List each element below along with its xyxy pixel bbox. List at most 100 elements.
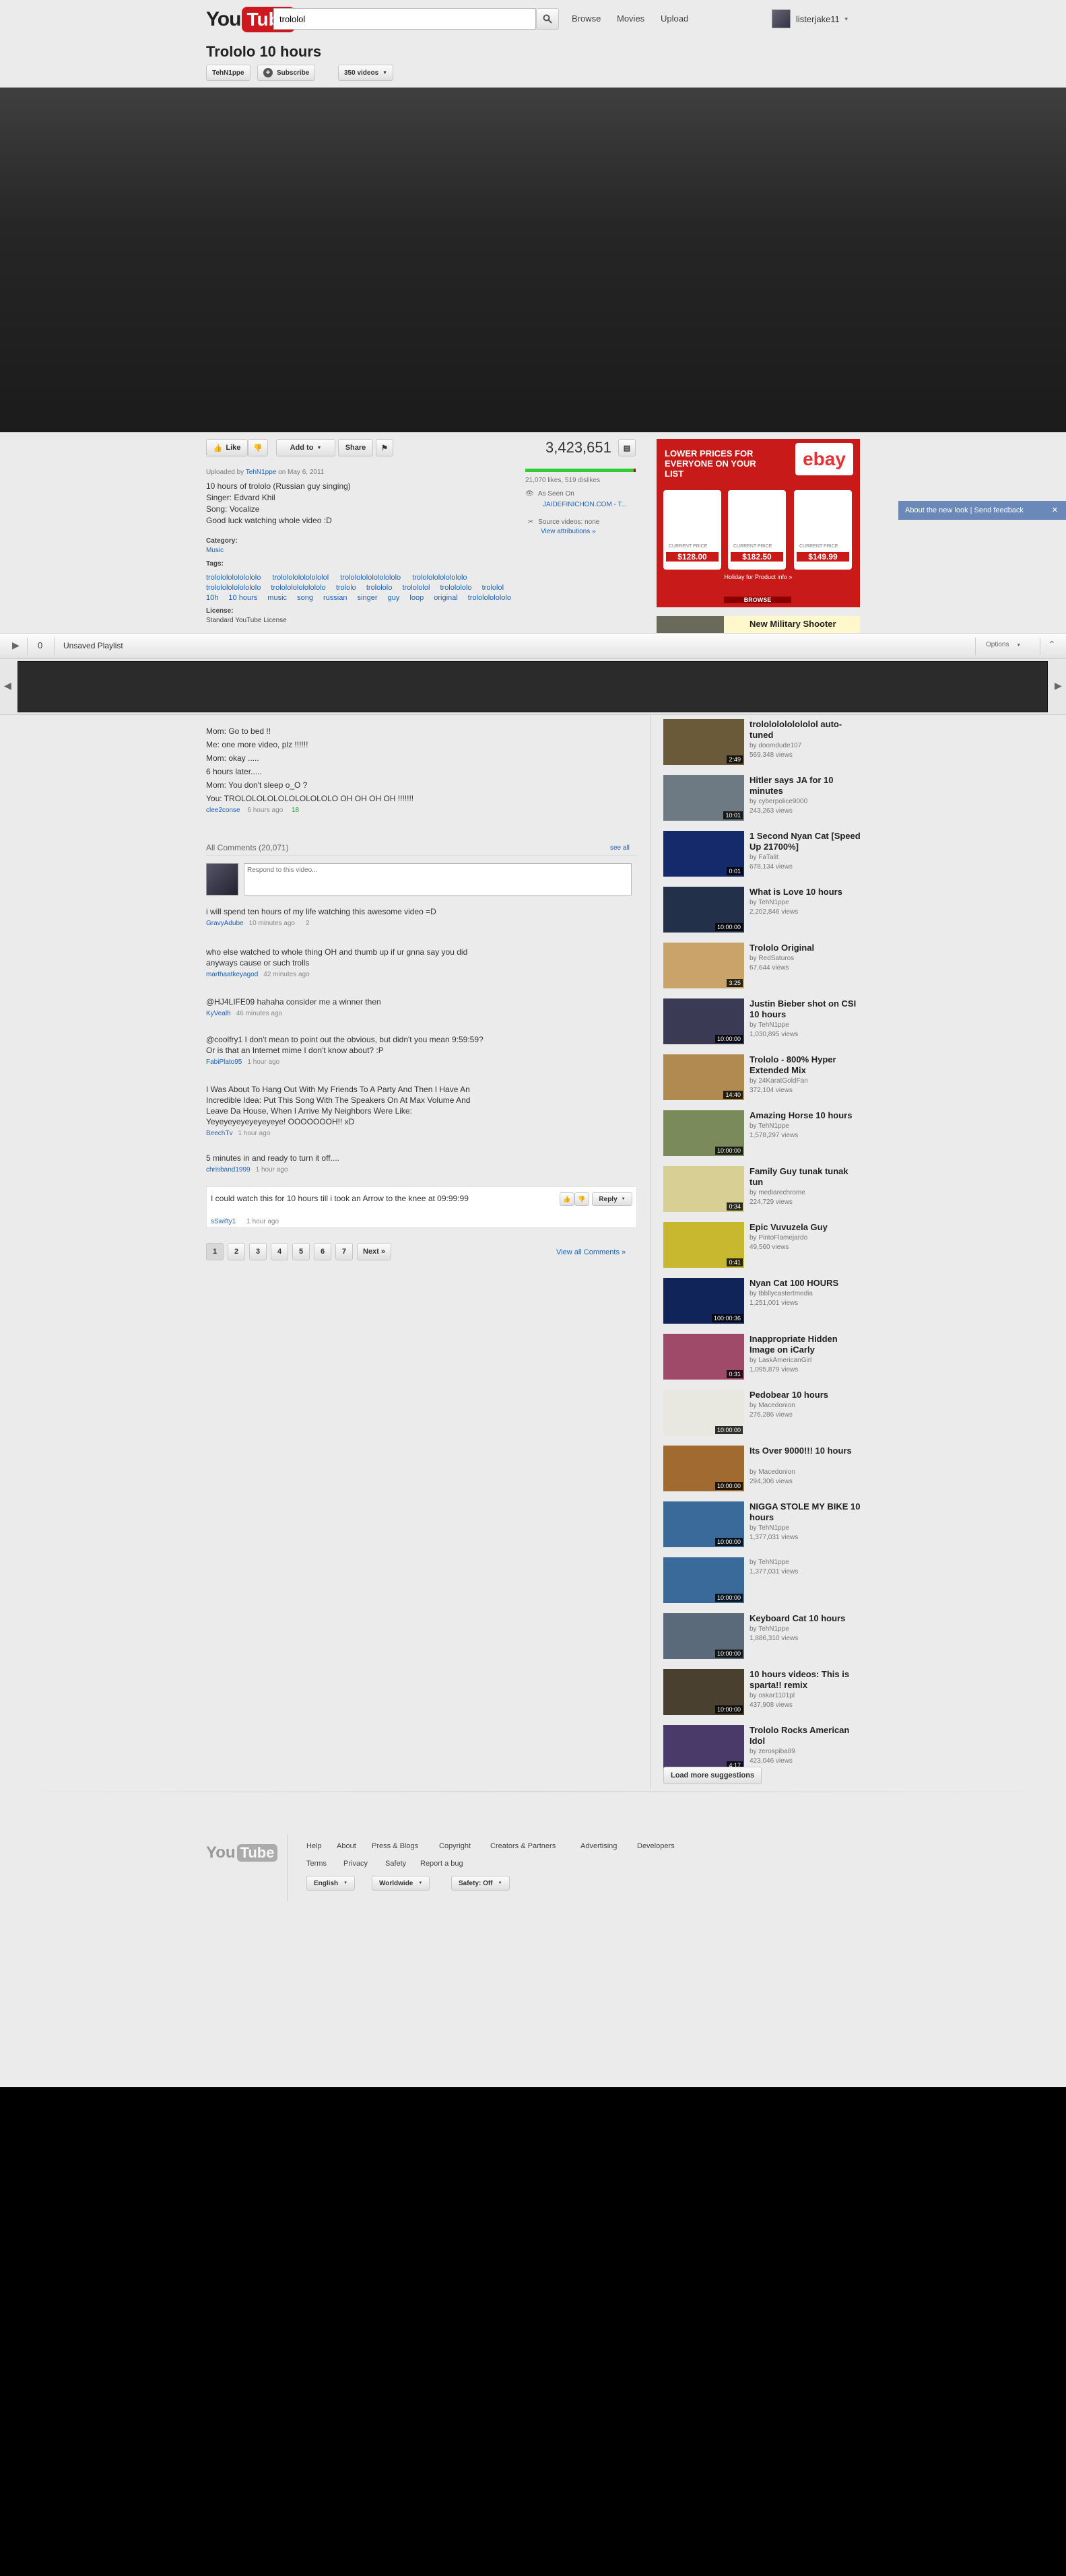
suggestion-item[interactable]: 0:41 Epic Vuvuzela Guy by PintoFlamejardo 4… xyxy=(663,1222,865,1272)
ad-banner[interactable]: LOWER PRICES FOR EVERYONE ON YOUR LIST e… xyxy=(657,439,860,607)
tag-link[interactable]: trololol xyxy=(482,584,504,592)
tag-link[interactable]: trolololololololololo xyxy=(340,574,401,582)
flag-button[interactable]: ⚑ xyxy=(376,439,393,456)
page-button[interactable]: 1 xyxy=(206,1243,224,1260)
load-more-button[interactable]: Load more suggestions xyxy=(663,1767,762,1784)
suggestion-item[interactable]: 10:00:00 by TehN1ppe 1,377,031 views xyxy=(663,1557,865,1607)
page-button[interactable]: 2 xyxy=(228,1243,245,1260)
footer-link-press[interactable]: Press & Blogs xyxy=(372,1842,418,1850)
page-button[interactable]: 7 xyxy=(335,1243,353,1260)
suggestion-channel[interactable]: by mediarechrome xyxy=(749,1189,864,1196)
tag-link[interactable]: 10 hours xyxy=(228,594,257,602)
suggestion-item[interactable]: 10:00:00 What is Love 10 hours by TehN1ppe… xyxy=(663,887,865,937)
suggestion-thumbnail[interactable]: 0:01 xyxy=(663,831,744,877)
suggestion-channel[interactable]: by Macedonion xyxy=(749,1468,864,1476)
suggestion-thumbnail[interactable]: 10:00:00 xyxy=(663,1501,744,1547)
video-player[interactable] xyxy=(0,88,1066,432)
page-button[interactable]: 3 xyxy=(249,1243,267,1260)
suggestion-item[interactable]: 100:00:36 Nyan Cat 100 HOURS by tbbllycast… xyxy=(663,1278,865,1328)
tag-link[interactable]: trololololololololo xyxy=(206,584,261,592)
comment-author[interactable]: clee2conse xyxy=(206,807,240,814)
safety-button[interactable]: Safety: Off ▼ xyxy=(451,1876,510,1891)
footer-link-terms[interactable]: Terms xyxy=(306,1860,327,1868)
location-button[interactable]: Worldwide ▼ xyxy=(372,1876,430,1891)
tag-link[interactable]: trololololololololo xyxy=(206,574,261,582)
share-button[interactable]: Share xyxy=(338,439,373,456)
suggestion-item[interactable]: 3:25 Trololo Original by RedSaturos 67,644 … xyxy=(663,943,865,992)
tag-link[interactable]: original xyxy=(434,594,457,602)
suggestion-thumbnail[interactable]: 10:00:00 xyxy=(663,887,744,933)
search-input[interactable] xyxy=(273,8,536,30)
category-link[interactable]: Music xyxy=(206,547,224,554)
play-icon[interactable]: ▶ xyxy=(12,640,20,651)
close-icon[interactable]: ✕ xyxy=(1052,501,1058,520)
suggestion-thumbnail[interactable]: 0:31 xyxy=(663,1334,744,1380)
suggestion-title[interactable]: Hitler says JA for 10 minutes xyxy=(749,775,864,796)
suggestion-item[interactable]: 10:00:00 10 hours videos: This is sparta!… xyxy=(663,1669,865,1719)
suggestion-title[interactable]: Nyan Cat 100 HOURS xyxy=(749,1278,864,1289)
language-button[interactable]: English ▼ xyxy=(306,1876,356,1891)
suggestion-item[interactable]: 0:31 Inappropriate Hidden Image on iCarly… xyxy=(663,1334,865,1384)
ad-browse-button[interactable]: BROWSE xyxy=(724,597,791,603)
suggestion-channel[interactable]: by TehN1ppe xyxy=(749,1625,864,1633)
suggestion-thumbnail[interactable]: 14:40 xyxy=(663,1054,744,1100)
suggestion-title[interactable]: Family Guy tunak tunak tun xyxy=(749,1166,864,1188)
comment-author[interactable]: BeechTv xyxy=(206,1130,232,1137)
tag-link[interactable]: trololololololo xyxy=(468,594,511,602)
tag-link[interactable]: 10h xyxy=(206,594,218,602)
suggestion-thumbnail[interactable]: 10:00:00 xyxy=(663,1613,744,1659)
suggestion-title[interactable]: 1 Second Nyan Cat [Speed Up 21700%] xyxy=(749,831,864,852)
footer-link-advertising[interactable]: Advertising xyxy=(580,1842,617,1850)
suggestion-thumbnail[interactable]: 4:17 xyxy=(663,1725,744,1771)
suggestion-item[interactable]: 0:01 1 Second Nyan Cat [Speed Up 21700%] b… xyxy=(663,831,865,881)
suggestion-channel[interactable]: by TehN1ppe xyxy=(749,1524,864,1532)
nav-upload[interactable]: Upload xyxy=(661,13,688,24)
scroll-right-icon[interactable]: ▶ xyxy=(1055,680,1062,691)
see-all-link[interactable]: see all xyxy=(610,844,630,852)
suggestion-thumbnail[interactable]: 10:00:00 xyxy=(663,1110,744,1156)
comment-author[interactable]: chrisband1999 xyxy=(206,1166,251,1174)
suggestion-channel[interactable]: by PintoFlamejardo xyxy=(749,1234,864,1242)
suggestion-title[interactable]: Justin Bieber shot on CSI 10 hours xyxy=(749,998,864,1020)
view-attributions-link[interactable]: View attributions » xyxy=(541,528,596,535)
page-button[interactable]: 6 xyxy=(314,1243,331,1260)
comment-author[interactable]: GravyAdube xyxy=(206,920,244,927)
tag-link[interactable]: trolololol xyxy=(402,584,430,592)
tag-link[interactable]: trololololo xyxy=(440,584,471,592)
suggestion-title[interactable]: Trololo - 800% Hyper Extended Mix xyxy=(749,1054,864,1076)
tag-link[interactable]: loop xyxy=(409,594,424,602)
footer-link-about[interactable]: About xyxy=(337,1842,356,1850)
feedback-tab[interactable]: About the new look | Send feedback ✕ xyxy=(898,501,1066,520)
comment-author[interactable]: FabiPlato95 xyxy=(206,1058,242,1066)
footer-link-privacy[interactable]: Privacy xyxy=(343,1860,368,1868)
footer-link-creators[interactable]: Creators & Partners xyxy=(490,1842,556,1850)
comment-author[interactable]: KyVealh xyxy=(206,1010,231,1017)
suggestion-title[interactable]: Pedobear 10 hours xyxy=(749,1390,864,1400)
suggestion-title[interactable]: Epic Vuvuzela Guy xyxy=(749,1222,864,1233)
vote-down-button[interactable]: 👎 xyxy=(574,1192,589,1206)
scroll-left-icon[interactable]: ◀ xyxy=(4,680,11,691)
footer-link-copyright[interactable]: Copyright xyxy=(439,1842,471,1850)
page-button[interactable]: 4 xyxy=(271,1243,288,1260)
suggestion-item[interactable]: 10:00:00 Pedobear 10 hours by Macedonion 27… xyxy=(663,1390,865,1439)
tag-link[interactable]: guy xyxy=(388,594,400,602)
suggestion-title[interactable]: Amazing Horse 10 hours xyxy=(749,1110,864,1121)
comment-author[interactable]: marthaatkeyagod xyxy=(206,971,258,978)
reply-button[interactable]: Reply ▼ xyxy=(592,1192,632,1206)
tag-link[interactable]: trololololololololo xyxy=(412,574,467,582)
suggestion-channel[interactable]: by oskar1101pl xyxy=(749,1692,864,1699)
ad-product-card[interactable]: CURRENT PRICE $182.50 xyxy=(728,490,786,570)
suggestion-channel[interactable]: by TehN1ppe xyxy=(749,1559,864,1566)
footer-link-developers[interactable]: Developers xyxy=(637,1842,675,1850)
suggestion-title[interactable]: Trololo Original xyxy=(749,943,864,953)
user-menu[interactable]: listerjake11 ▼ xyxy=(772,8,849,30)
footer-logo[interactable]: You Tube xyxy=(206,1843,278,1862)
channel-button[interactable]: TehN1ppe xyxy=(206,65,251,81)
comment-author[interactable]: sSwifty1 xyxy=(211,1218,236,1225)
suggestion-thumbnail[interactable]: 0:34 xyxy=(663,1166,744,1212)
suggestion-title[interactable]: Trololo Rocks American Idol xyxy=(749,1725,864,1747)
suggestion-thumbnail[interactable]: 0:41 xyxy=(663,1222,744,1268)
footer-link-help[interactable]: Help xyxy=(306,1842,322,1850)
tag-link[interactable]: trolololo xyxy=(366,584,393,592)
suggestion-item[interactable]: 2:49 trolololololololol auto-tuned by doom… xyxy=(663,719,865,769)
